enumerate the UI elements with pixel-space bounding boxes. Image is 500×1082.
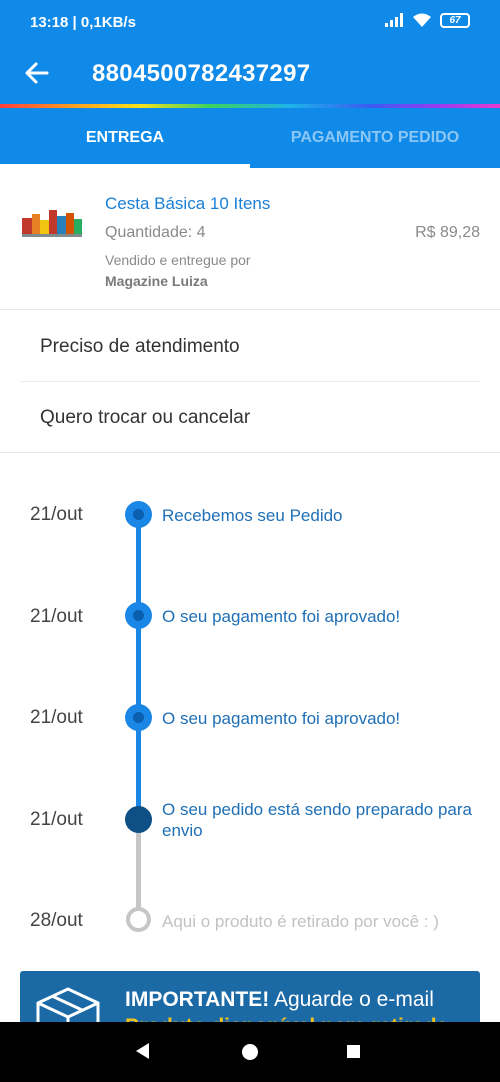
tab-pagamento-pedido[interactable]: PAGAMENTO PEDIDO (250, 108, 500, 168)
status-time: 13:18 | 0,1KB/s (30, 14, 136, 31)
important-message: IMPORTANTE! Aguarde o e-mail (125, 988, 434, 1012)
option-label: Quero trocar ou cancelar (40, 407, 251, 428)
timeline-date: 21/out (30, 504, 83, 525)
option-label: Preciso de atendimento (40, 335, 240, 357)
product-card[interactable]: Cesta Básica 10 Itens Quantidade: 4 R$ 8… (0, 170, 500, 310)
timeline-text: O seu pedido está sendo preparado para e… (162, 800, 473, 840)
important-body: Aguarde o e-mail (269, 988, 434, 1011)
timeline-text: Recebemos seu Pedido (162, 506, 343, 525)
battery-level: 67 (449, 14, 461, 26)
timeline-date: 21/out (30, 707, 83, 728)
timeline-dot-pending (126, 907, 151, 932)
timeline-date: 28/out (30, 910, 83, 931)
option-preciso-atendimento[interactable]: Preciso de atendimento (20, 312, 480, 382)
arrow-left-icon[interactable] (22, 58, 52, 88)
app-bar: 8804500782437297 (0, 46, 500, 104)
tab-bar: ENTREGA PAGAMENTO PEDIDO (0, 108, 500, 168)
timeline-dot-current (125, 806, 152, 833)
order-number-title: 8804500782437297 (92, 60, 311, 87)
timeline-text: O seu pagamento foi aprovado! (162, 607, 401, 626)
signal-icon (385, 13, 403, 27)
seller-name: Magazine Luiza (105, 273, 208, 289)
battery-icon: 67 (440, 12, 470, 28)
timeline-progress-line (136, 515, 141, 820)
delivery-timeline: 21/out Recebemos seu Pedido 21/out O seu… (0, 453, 500, 968)
timeline-dot (125, 501, 152, 528)
timeline-pending-line (136, 820, 141, 920)
tab-label: PAGAMENTO PEDIDO (290, 129, 460, 146)
important-title: IMPORTANTE! (125, 988, 270, 1011)
timeline-date: 21/out (30, 606, 83, 627)
wifi-icon (413, 13, 431, 27)
nav-home-icon[interactable] (242, 1044, 258, 1060)
product-name[interactable]: Cesta Básica 10 Itens (105, 194, 270, 214)
nav-recents-icon[interactable] (347, 1045, 360, 1058)
timeline-dot (125, 704, 152, 731)
product-quantity: Quantidade: 4 (105, 224, 206, 241)
timeline-date: 21/out (30, 809, 83, 830)
product-price: R$ 89,28 (415, 224, 480, 241)
option-trocar-cancelar[interactable]: Quero trocar ou cancelar (20, 383, 480, 453)
timeline-text: Aqui o produto é retirado por você : ) (162, 912, 439, 931)
nav-back-icon[interactable] (136, 1043, 149, 1059)
status-bar: 13:18 | 0,1KB/s 67 (0, 0, 500, 46)
tab-entrega[interactable]: ENTREGA (0, 108, 250, 168)
timeline-text: O seu pagamento foi aprovado! (162, 709, 401, 728)
status-icons: 67 (384, 12, 470, 28)
seller-label: Vendido e entregue por (105, 252, 251, 268)
product-image (22, 210, 82, 237)
system-nav-bar (0, 1022, 500, 1082)
timeline-dot (125, 602, 152, 629)
tab-label: ENTREGA (85, 129, 165, 146)
